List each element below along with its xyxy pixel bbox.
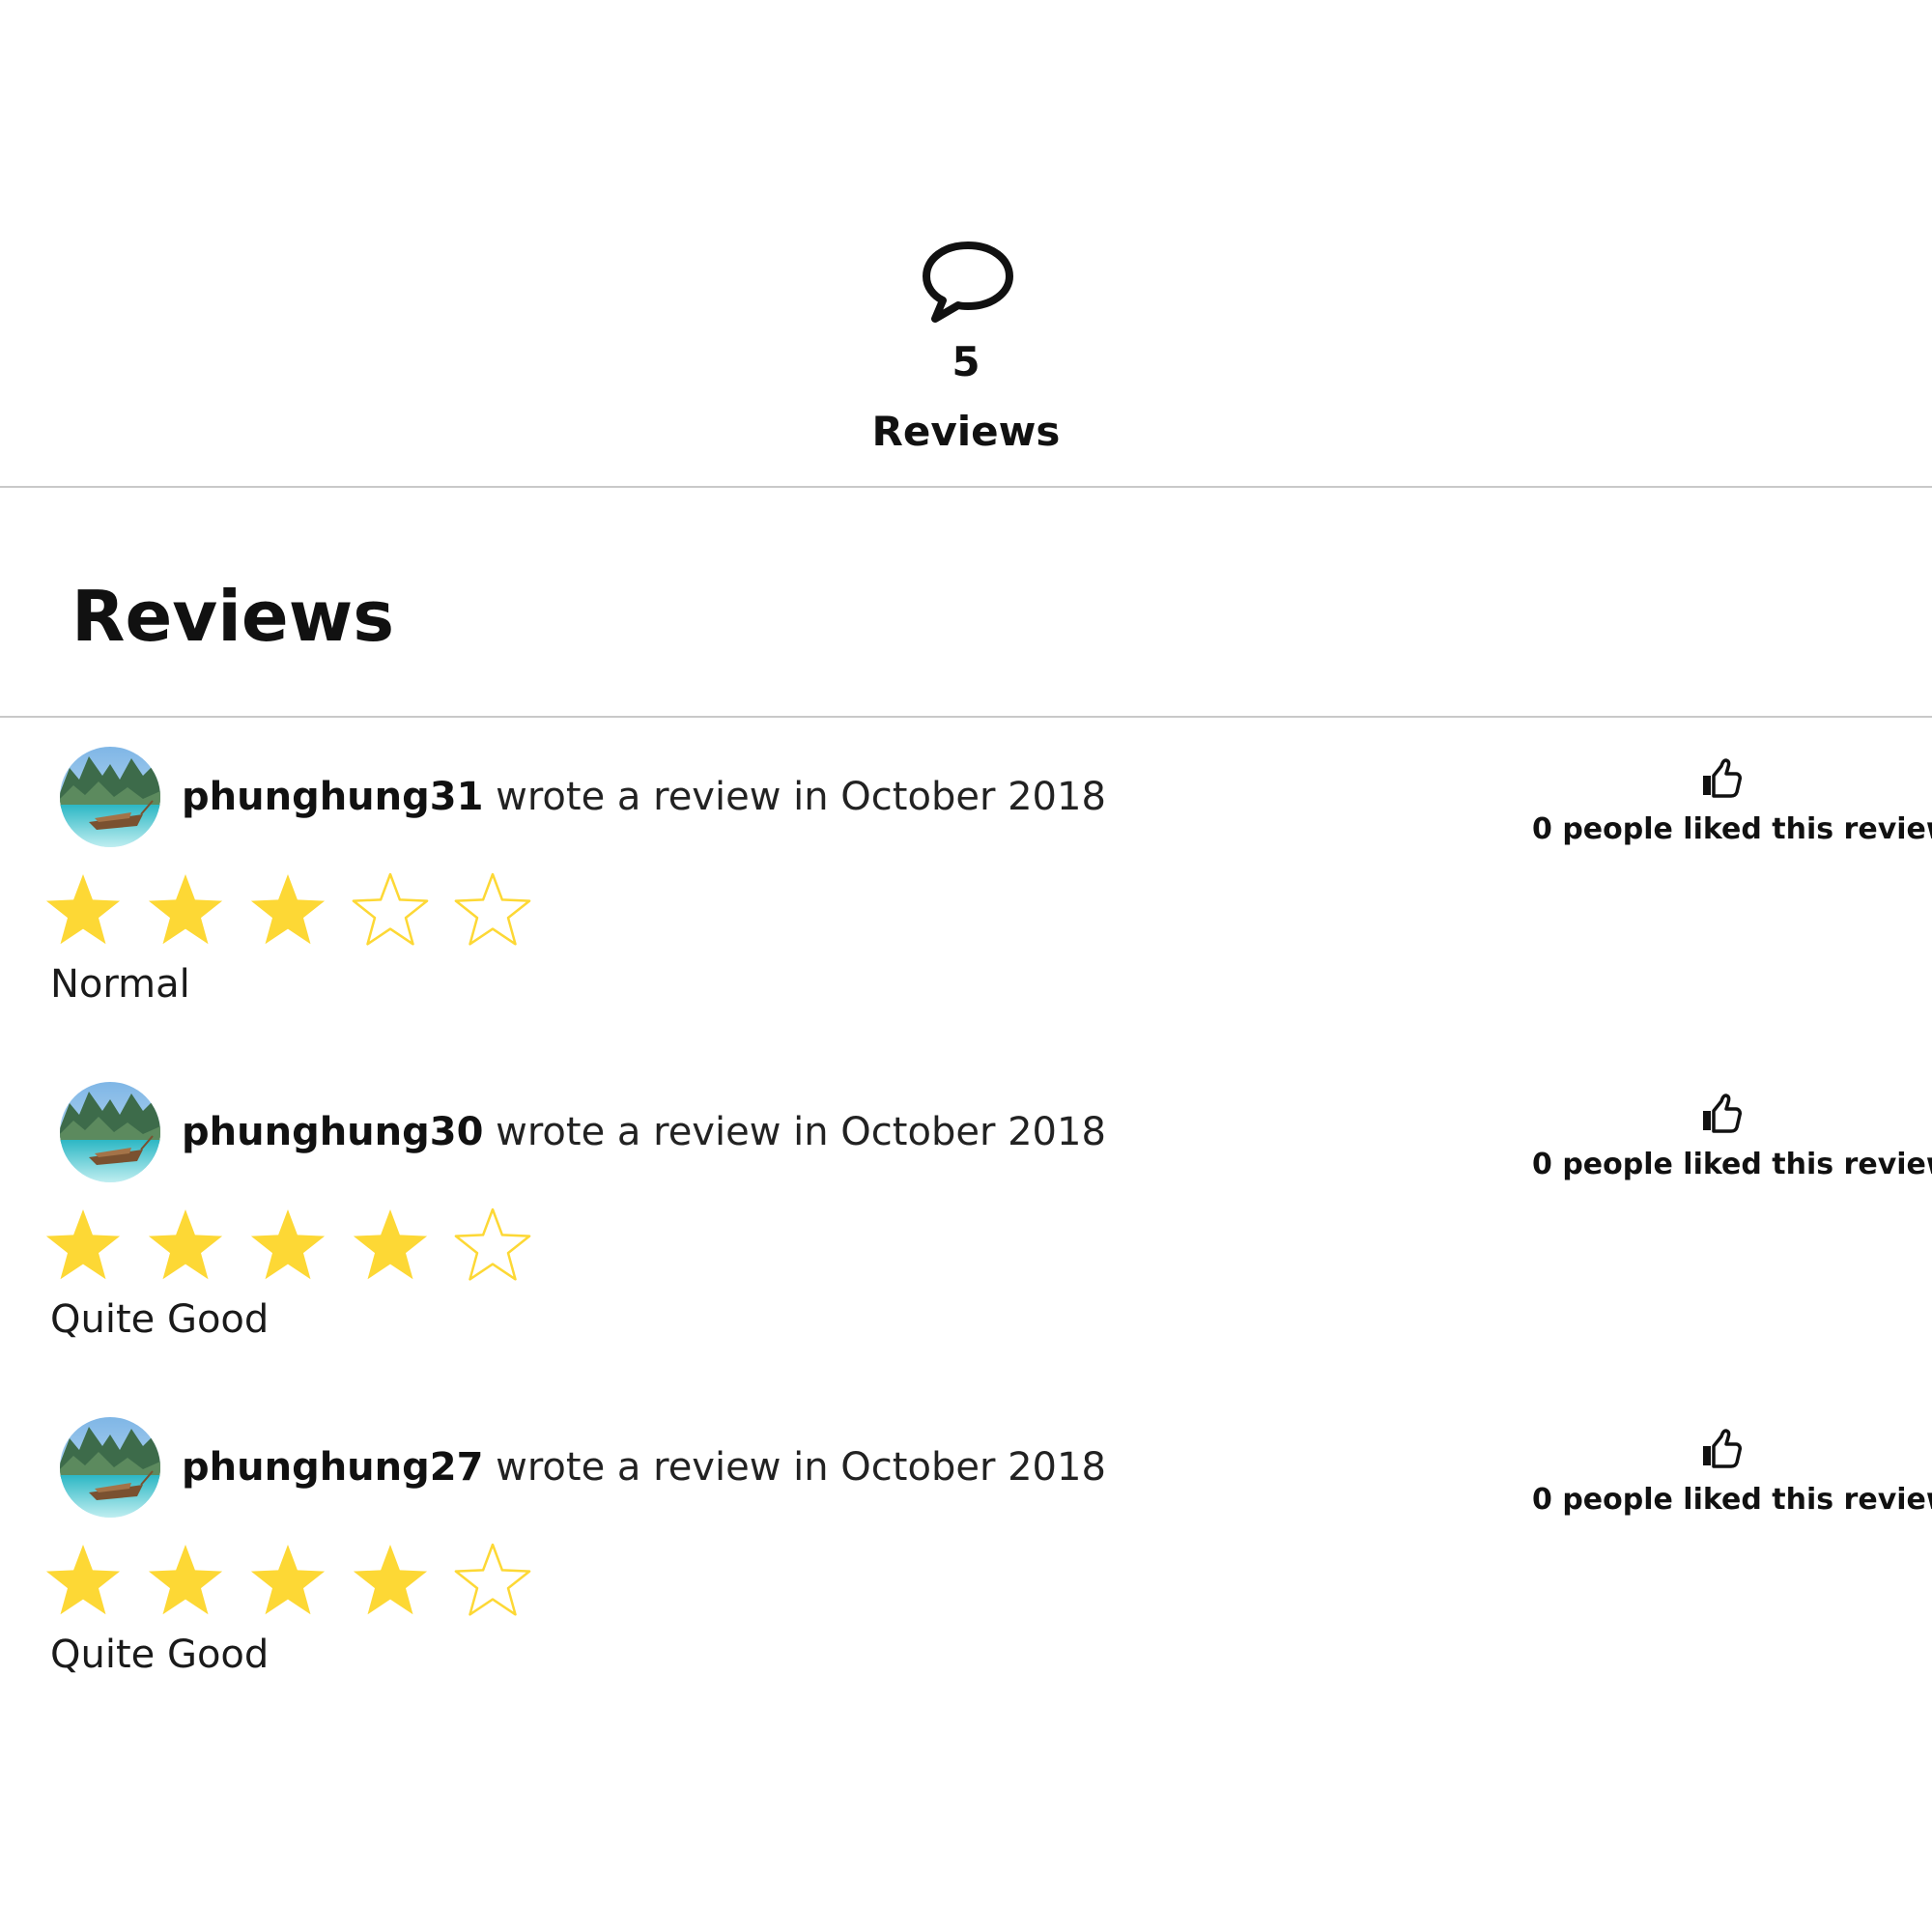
- rating-label: Normal: [50, 962, 190, 1007]
- review-byline: phunghung27 wrote a review in October 20…: [182, 1442, 1106, 1492]
- like-block: 0 people liked this review: [1532, 1427, 1932, 1520]
- review-username[interactable]: phunghung27: [182, 1445, 483, 1490]
- star-empty-icon[interactable]: [452, 1206, 533, 1287]
- reviews-header: Reviews: [0, 486, 1932, 718]
- thumbs-up-icon[interactable]: [1699, 1092, 1744, 1136]
- star-empty-icon[interactable]: [452, 870, 533, 952]
- star-filled-icon[interactable]: [43, 1541, 124, 1622]
- review-date-text: wrote a review in October 2018: [483, 1110, 1106, 1154]
- review-item: phunghung31 wrote a review in October 20…: [0, 718, 1932, 1052]
- like-count-text: 0 people liked this review: [1532, 812, 1932, 846]
- like-block: 0 people liked this review: [1532, 1092, 1932, 1184]
- star-rating[interactable]: [43, 1206, 533, 1291]
- review-username[interactable]: phunghung30: [182, 1110, 483, 1154]
- star-filled-icon[interactable]: [43, 1206, 124, 1287]
- like-count-text: 0 people liked this review: [1532, 1483, 1932, 1517]
- like-count-text: 0 people liked this review: [1532, 1148, 1932, 1181]
- review-item: phunghung27 wrote a review in October 20…: [0, 1388, 1932, 1722]
- review-date-text: wrote a review in October 2018: [483, 775, 1106, 819]
- page-title: Reviews: [71, 576, 395, 657]
- avatar[interactable]: [60, 1082, 160, 1182]
- reviews-summary: 5 Reviews: [0, 0, 1932, 488]
- star-filled-icon[interactable]: [247, 1541, 328, 1622]
- star-rating[interactable]: [43, 870, 533, 955]
- star-filled-icon[interactable]: [145, 1206, 226, 1287]
- star-filled-icon[interactable]: [247, 870, 328, 952]
- avatar[interactable]: [60, 747, 160, 847]
- star-filled-icon[interactable]: [145, 1541, 226, 1622]
- review-count-label: Reviews: [871, 408, 1061, 455]
- rating-label: Quite Good: [50, 1297, 270, 1342]
- star-filled-icon[interactable]: [350, 1206, 431, 1287]
- review-count: 5: [952, 338, 980, 385]
- review-item: phunghung30 wrote a review in October 20…: [0, 1053, 1932, 1387]
- speech-bubble-icon: [923, 242, 1013, 323]
- review-date-text: wrote a review in October 2018: [483, 1445, 1106, 1490]
- like-block: 0 people liked this review: [1532, 756, 1932, 849]
- star-filled-icon[interactable]: [247, 1206, 328, 1287]
- thumbs-up-icon[interactable]: [1699, 1427, 1744, 1471]
- star-empty-icon[interactable]: [350, 870, 431, 952]
- review-byline: phunghung30 wrote a review in October 20…: [182, 1107, 1106, 1157]
- thumbs-up-icon[interactable]: [1699, 756, 1744, 801]
- star-empty-icon[interactable]: [452, 1541, 533, 1622]
- review-username[interactable]: phunghung31: [182, 775, 483, 819]
- star-filled-icon[interactable]: [145, 870, 226, 952]
- rating-label: Quite Good: [50, 1633, 270, 1677]
- star-filled-icon[interactable]: [43, 870, 124, 952]
- star-filled-icon[interactable]: [350, 1541, 431, 1622]
- avatar[interactable]: [60, 1417, 160, 1518]
- review-byline: phunghung31 wrote a review in October 20…: [182, 772, 1106, 822]
- star-rating[interactable]: [43, 1541, 533, 1626]
